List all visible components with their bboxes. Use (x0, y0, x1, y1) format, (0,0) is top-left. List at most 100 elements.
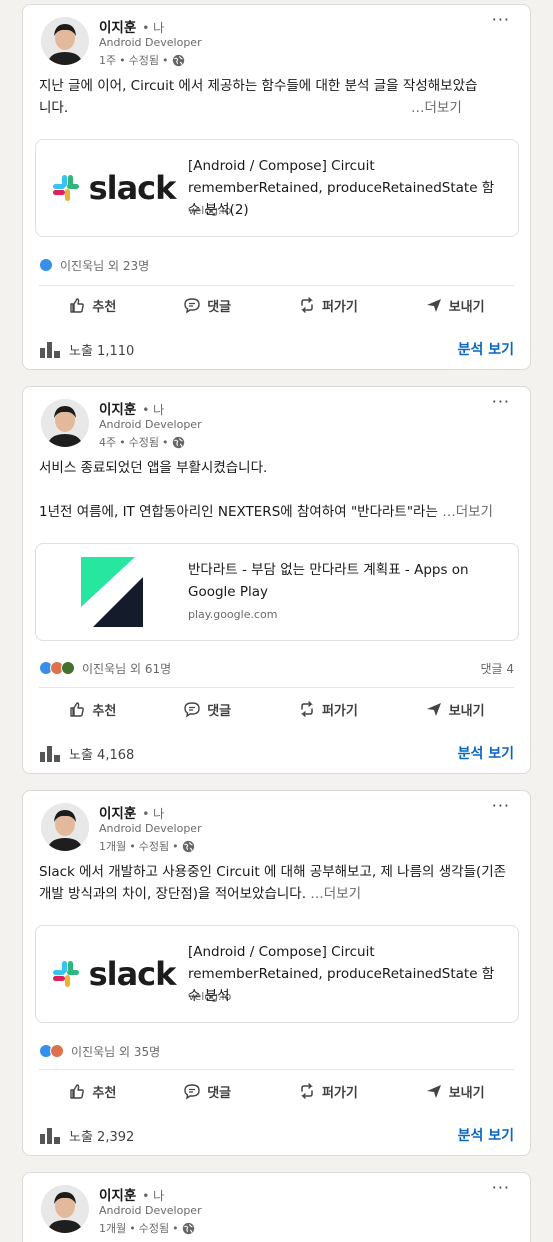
comment-label: 댓글 (207, 703, 232, 719)
avatar[interactable] (41, 17, 89, 65)
impressions[interactable]: 노출 1,110 (39, 340, 134, 359)
post-time: 1주 (99, 54, 117, 67)
link-domain: velog.io (188, 204, 232, 217)
divider (39, 687, 514, 688)
repost-icon (301, 297, 313, 313)
connection-degree: • 나 (142, 1189, 165, 1203)
action-bar: 추천 댓글 퍼가기 보내기 (35, 287, 518, 323)
impressions[interactable]: 노출 4,168 (39, 744, 134, 763)
see-more-link[interactable]: …더보기 (411, 97, 462, 119)
author-name[interactable]: 이지훈 • 나 (99, 802, 164, 822)
more-options-icon[interactable]: ··· (492, 393, 510, 411)
author-headline: Android Developer (99, 418, 202, 431)
like-reaction-icon (39, 258, 53, 272)
post-stats: 노출 1,110 분석 보기 (39, 339, 514, 359)
reactions-summary[interactable]: 이진욱님 외 35명 (39, 1042, 160, 1060)
link-preview-card[interactable]: 반다라트 - 부담 없는 만다라트 계획표 - Apps on Google P… (35, 543, 519, 641)
repost-button[interactable]: 퍼가기 (288, 290, 368, 321)
like-button[interactable]: 추천 (58, 1076, 126, 1107)
like-button[interactable]: 추천 (58, 290, 126, 321)
link-title[interactable]: 반다라트 - 부담 없는 만다라트 계획표 - Apps on Google P… (188, 559, 506, 603)
send-button[interactable]: 보내기 (415, 1076, 495, 1107)
repost-label: 퍼가기 (321, 299, 358, 315)
love-reaction-icon (50, 1044, 64, 1058)
author-name-text[interactable]: 이지훈 (99, 402, 136, 418)
link-preview-card[interactable]: slack [Android / Compose] Circuit rememb… (35, 925, 519, 1023)
post-stats: 노출 4,168 분석 보기 (39, 743, 514, 763)
author-name[interactable]: 이지훈 • 나 (99, 1184, 164, 1204)
impressions-text: 노출 4,168 (69, 747, 135, 763)
view-analytics-link[interactable]: 분석 보기 (458, 339, 514, 359)
link-title[interactable]: [Android / Compose] Circuit rememberReta… (188, 155, 506, 221)
thumbs-up-icon (70, 298, 85, 313)
repost-button[interactable]: 퍼가기 (288, 1076, 368, 1107)
bar-chart-icon (40, 342, 60, 358)
post-text-line: 1년전 여름에, IT 연합동아리인 NEXTERS에 참여하여 "반다라트"라… (39, 504, 438, 520)
comment-button[interactable]: 댓글 (173, 290, 241, 321)
send-icon (426, 703, 441, 716)
author-name-text[interactable]: 이지훈 (99, 1188, 136, 1204)
globe-icon (182, 1222, 194, 1234)
repost-icon (301, 701, 313, 717)
feed-post: 이지훈 • 나 Android Developer 1주 • 수정됨 • ··· … (22, 4, 531, 370)
like-button[interactable]: 추천 (58, 694, 126, 725)
slack-logo: slack (48, 938, 178, 1010)
link-domain: velog.io (188, 990, 232, 1003)
comment-icon (184, 298, 200, 314)
slack-mark-icon (52, 961, 79, 987)
post-meta: 1개월 • 수정됨 • (99, 838, 195, 854)
send-label: 보내기 (448, 703, 485, 719)
reaction-icons (39, 661, 78, 675)
slack-logo: slack (48, 152, 178, 224)
impressions-text: 노출 2,392 (69, 1129, 135, 1145)
edited-label: 수정됨 (138, 840, 170, 853)
post-time: 1개월 (99, 840, 127, 853)
more-options-icon[interactable]: ··· (492, 1179, 510, 1197)
thumbs-up-icon (70, 702, 85, 717)
author-name-text[interactable]: 이지훈 (99, 806, 136, 822)
globe-icon (182, 840, 194, 852)
see-more-link[interactable]: …더보기 (442, 504, 493, 520)
comment-button[interactable]: 댓글 (173, 1076, 241, 1107)
reactions-summary[interactable]: 이진욱님 외 23명 (39, 256, 149, 274)
reactions-text: 이진욱님 외 61명 (82, 661, 172, 676)
comment-icon (184, 702, 200, 718)
send-button[interactable]: 보내기 (415, 694, 495, 725)
more-options-icon[interactable]: ··· (492, 797, 510, 815)
view-analytics-link[interactable]: 분석 보기 (458, 1125, 514, 1145)
feed-post: 이지훈 • 나 Android Developer 1개월 • 수정됨 • ··· (22, 1172, 531, 1242)
see-more-link[interactable]: …더보기 (310, 886, 361, 902)
avatar[interactable] (41, 803, 89, 851)
link-preview-card[interactable]: slack [Android / Compose] Circuit rememb… (35, 139, 519, 237)
comments-count[interactable]: 댓글 4 (480, 660, 514, 677)
reactions-summary[interactable]: 이진욱님 외 61명 (39, 659, 171, 677)
view-analytics-link[interactable]: 분석 보기 (458, 743, 514, 763)
post-text-content: Slack 에서 개발하고 사용중인 Circuit 에 대해 공부해보고, 제… (39, 864, 507, 902)
impressions[interactable]: 노출 2,392 (39, 1126, 134, 1145)
more-options-icon[interactable]: ··· (492, 11, 510, 29)
author-name-text[interactable]: 이지훈 (99, 20, 136, 36)
globe-icon (172, 436, 184, 448)
post-meta: 1주 • 수정됨 • (99, 52, 185, 68)
edited-label: 수정됨 (128, 54, 159, 67)
avatar[interactable] (41, 1185, 89, 1233)
comment-button[interactable]: 댓글 (173, 694, 241, 725)
author-headline: Android Developer (99, 36, 202, 49)
bandarart-app-icon (81, 557, 143, 627)
send-button[interactable]: 보내기 (415, 290, 495, 321)
action-bar: 추천 댓글 퍼가기 보내기 (35, 1073, 518, 1109)
link-title[interactable]: [Android / Compose] Circuit rememberReta… (188, 941, 506, 1007)
feed-post: 이지훈 • 나 Android Developer 1개월 • 수정됨 • ···… (22, 790, 531, 1156)
reactions-text: 이진욱님 외 35명 (71, 1044, 161, 1059)
slack-wordmark: slack (88, 169, 177, 207)
repost-button[interactable]: 퍼가기 (288, 694, 368, 725)
author-name[interactable]: 이지훈 • 나 (99, 16, 164, 36)
avatar[interactable] (41, 399, 89, 447)
author-headline: Android Developer (99, 1204, 202, 1217)
link-domain: play.google.com (188, 608, 278, 621)
thumbs-up-icon (70, 1084, 85, 1099)
repost-label: 퍼가기 (321, 703, 358, 719)
author-name[interactable]: 이지훈 • 나 (99, 398, 164, 418)
post-time: 4주 (99, 436, 117, 449)
comment-icon (184, 1084, 200, 1100)
